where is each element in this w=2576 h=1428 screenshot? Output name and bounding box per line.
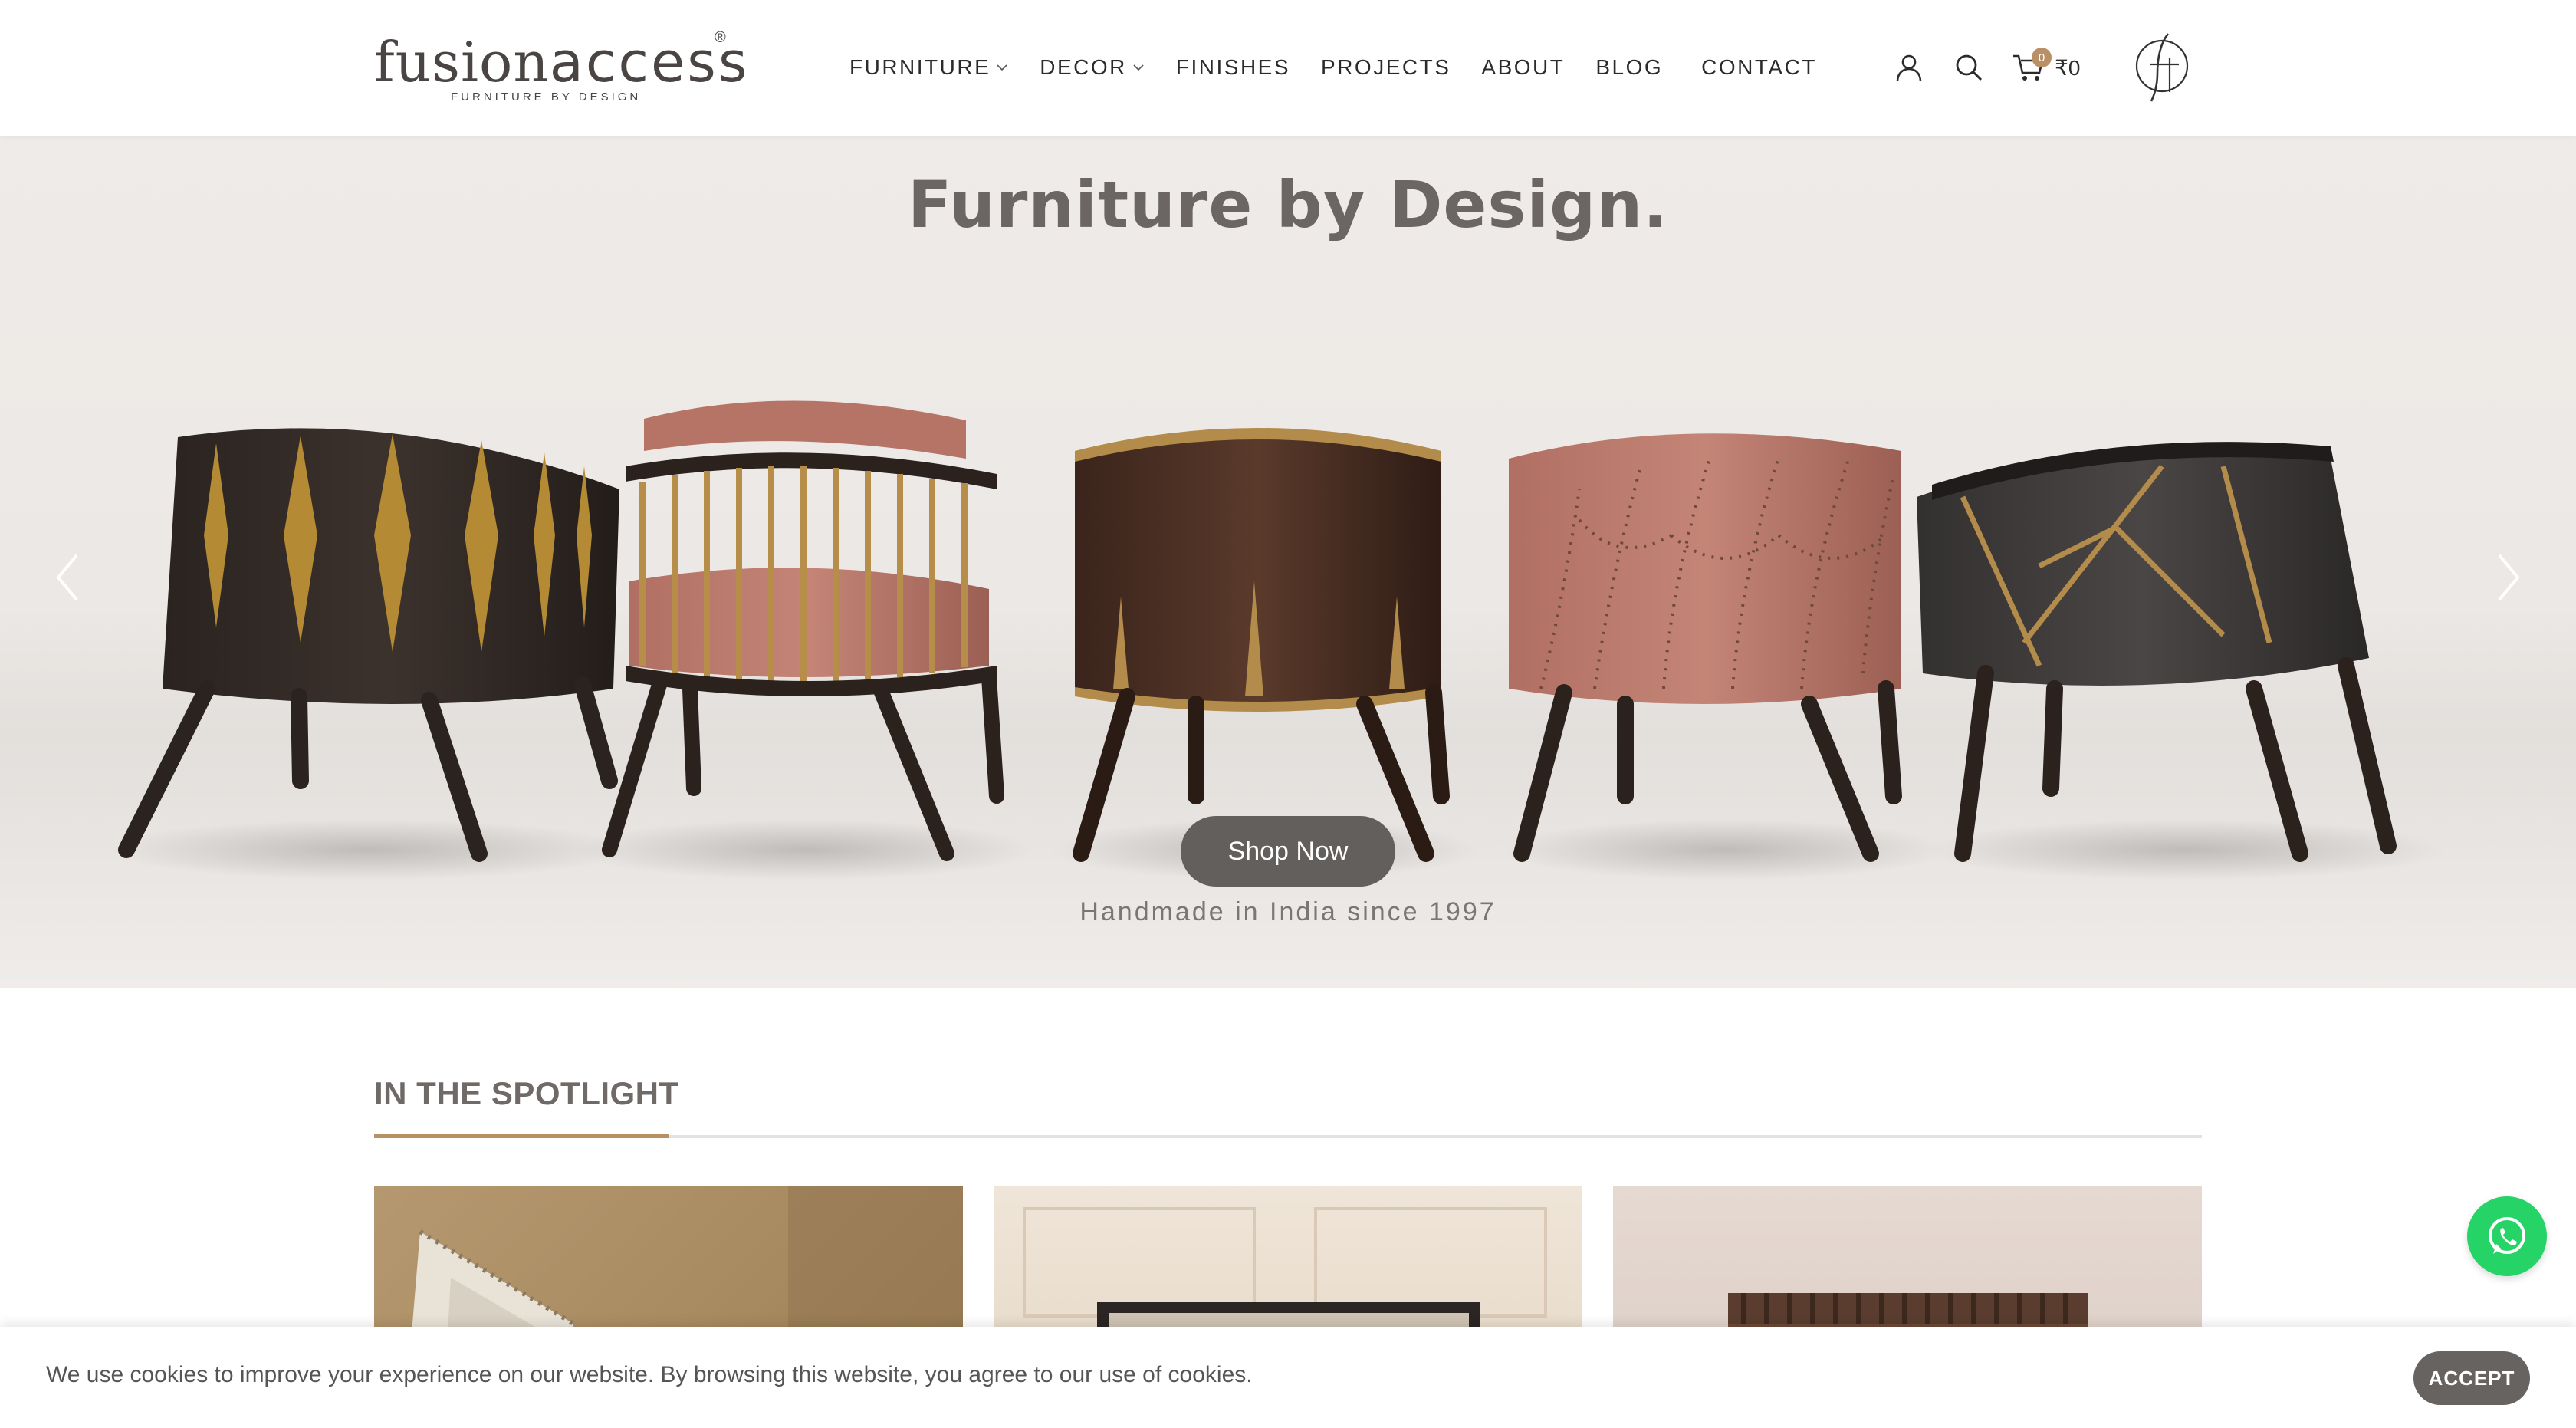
logo-wordmark: fusionaccess	[374, 28, 749, 97]
cart-count-badge: 0	[2032, 48, 2052, 67]
spotlight-title: IN THE SPOTLIGHT	[374, 1075, 679, 1111]
accept-cookies-button[interactable]: ACCEPT	[2413, 1351, 2530, 1405]
nav-label: FURNITURE	[849, 55, 991, 79]
nav-item-decor[interactable]: DECOR	[1040, 55, 1145, 80]
hero-title: Furniture by Design.	[907, 167, 1669, 242]
nav-item-blog[interactable]: BLOG	[1595, 55, 1663, 80]
header-actions: 0 ₹0	[1889, 43, 2111, 92]
nav-label: ABOUT	[1481, 55, 1566, 79]
nav-label: FINISHES	[1175, 55, 1291, 79]
cookie-banner: We use cookies to improve your experienc…	[0, 1327, 2576, 1428]
brand-logo[interactable]: fusionaccess ® FURNITURE BY DESIGN	[374, 28, 747, 112]
nav-label: CONTACT	[1701, 55, 1817, 79]
main-nav: FURNITURE DECOR FINISHES PROJECTS ABOUT …	[849, 49, 1848, 86]
nav-label: PROJECTS	[1321, 55, 1451, 79]
nav-label: BLOG	[1595, 55, 1664, 79]
section-divider-accent	[374, 1134, 669, 1138]
cart-icon[interactable]: 0	[2009, 48, 2052, 87]
nav-label: DECOR	[1040, 55, 1127, 79]
site-header: fusionaccess ® FURNITURE BY DESIGN FURNI…	[0, 0, 2576, 137]
cart-total[interactable]: ₹0	[2055, 55, 2080, 81]
nav-item-contact[interactable]: CONTACT	[1701, 55, 1817, 80]
hero-subtitle: Handmade in India since 1997	[1079, 897, 1497, 926]
chevron-right-icon[interactable]	[2478, 535, 2539, 620]
nav-item-about[interactable]: ABOUT	[1481, 55, 1565, 80]
shop-now-button[interactable]: Shop Now	[1181, 816, 1395, 887]
nav-item-projects[interactable]: PROJECTS	[1321, 55, 1451, 80]
fa-monogram-icon[interactable]	[2131, 28, 2193, 104]
logo-tagline: FURNITURE BY DESIGN	[451, 90, 642, 104]
chevron-left-icon[interactable]	[37, 535, 98, 620]
user-icon[interactable]	[1889, 48, 1929, 87]
logo-word-fusion: fusion	[374, 30, 550, 94]
whatsapp-icon[interactable]	[2467, 1196, 2547, 1276]
chevron-down-icon	[1133, 64, 1144, 71]
search-icon[interactable]	[1949, 48, 1989, 87]
registered-mark: ®	[715, 29, 726, 46]
cookie-message: We use cookies to improve your experienc…	[46, 1362, 1253, 1387]
chevron-down-icon	[997, 64, 1007, 71]
nav-item-finishes[interactable]: FINISHES	[1176, 55, 1290, 80]
hero-slider: Furniture by Design. Shop Now Handmade i…	[0, 137, 2576, 988]
nav-item-furniture[interactable]: FURNITURE	[849, 55, 1009, 80]
